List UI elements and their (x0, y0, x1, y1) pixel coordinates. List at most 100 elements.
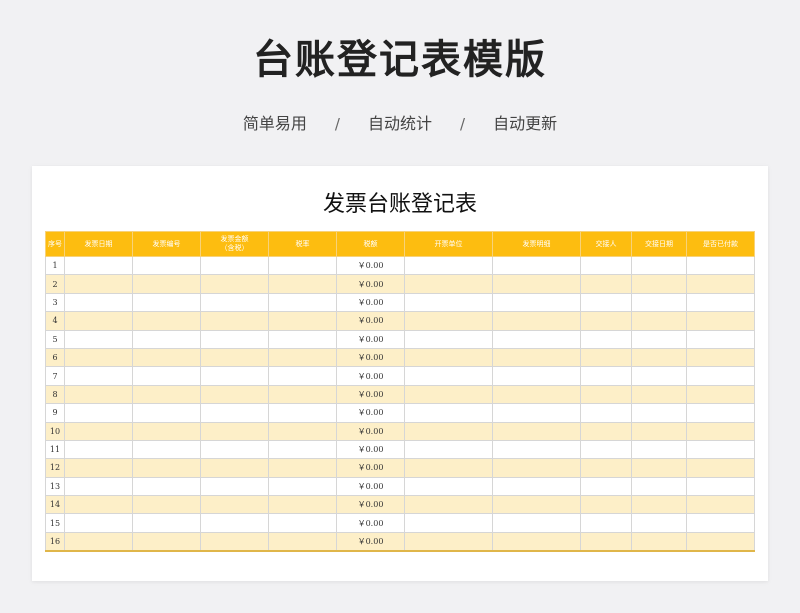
table-cell[interactable] (404, 274, 493, 294)
table-cell[interactable] (492, 366, 581, 386)
table-cell[interactable] (268, 458, 337, 478)
table-cell[interactable] (200, 384, 269, 405)
table-cell[interactable] (686, 329, 755, 349)
table-cell[interactable] (268, 439, 337, 460)
table-cell[interactable] (631, 403, 687, 423)
table-cell[interactable] (200, 421, 269, 441)
table-cell[interactable] (580, 292, 632, 313)
tax-amount-cell[interactable]: ￥0.00 (336, 495, 405, 515)
table-cell[interactable] (492, 476, 581, 497)
table-cell[interactable] (580, 531, 632, 552)
table-cell[interactable] (200, 531, 269, 552)
table-cell[interactable] (492, 403, 581, 423)
table-cell[interactable] (404, 403, 493, 423)
tax-amount-cell[interactable]: ￥0.00 (336, 255, 405, 276)
table-cell[interactable] (631, 384, 687, 405)
tax-amount-cell[interactable]: ￥0.00 (336, 292, 405, 313)
table-cell[interactable] (492, 458, 581, 478)
table-cell[interactable] (404, 495, 493, 515)
table-cell[interactable] (268, 329, 337, 349)
table-cell[interactable] (686, 495, 755, 515)
table-cell[interactable] (580, 366, 632, 386)
table-cell[interactable] (200, 329, 269, 349)
table-cell[interactable] (200, 403, 269, 423)
table-cell[interactable] (492, 292, 581, 313)
table-cell[interactable] (64, 255, 133, 276)
table-cell[interactable] (404, 476, 493, 497)
table-cell[interactable] (404, 347, 493, 368)
tax-amount-cell[interactable]: ￥0.00 (336, 366, 405, 386)
table-cell[interactable] (64, 292, 133, 313)
table-cell[interactable] (200, 366, 269, 386)
table-cell[interactable] (200, 495, 269, 515)
table-cell[interactable] (268, 347, 337, 368)
table-cell[interactable] (631, 458, 687, 478)
table-cell[interactable] (64, 439, 133, 460)
tax-amount-cell[interactable]: ￥0.00 (336, 311, 405, 331)
table-cell[interactable] (132, 513, 201, 533)
table-cell[interactable] (580, 458, 632, 478)
table-cell[interactable] (580, 347, 632, 368)
table-cell[interactable] (631, 495, 687, 515)
table-cell[interactable] (132, 439, 201, 460)
table-cell[interactable] (580, 439, 632, 460)
table-cell[interactable] (200, 274, 269, 294)
table-cell[interactable] (686, 458, 755, 478)
tax-amount-cell[interactable]: ￥0.00 (336, 403, 405, 423)
table-cell[interactable] (132, 531, 201, 552)
table-cell[interactable] (132, 421, 201, 441)
table-cell[interactable] (686, 384, 755, 405)
table-cell[interactable] (492, 531, 581, 552)
table-cell[interactable] (64, 476, 133, 497)
table-cell[interactable] (686, 439, 755, 460)
table-cell[interactable] (64, 274, 133, 294)
table-cell[interactable] (580, 384, 632, 405)
table-cell[interactable] (64, 513, 133, 533)
table-cell[interactable] (404, 311, 493, 331)
table-cell[interactable] (631, 513, 687, 533)
table-cell[interactable] (686, 347, 755, 368)
table-cell[interactable] (686, 255, 755, 276)
table-cell[interactable] (686, 292, 755, 313)
table-cell[interactable] (631, 531, 687, 552)
table-cell[interactable] (686, 274, 755, 294)
table-cell[interactable] (580, 255, 632, 276)
table-cell[interactable] (200, 513, 269, 533)
table-cell[interactable] (200, 311, 269, 331)
table-cell[interactable] (132, 366, 201, 386)
table-cell[interactable] (268, 292, 337, 313)
table-cell[interactable] (492, 311, 581, 331)
table-cell[interactable] (132, 458, 201, 478)
table-cell[interactable] (132, 311, 201, 331)
tax-amount-cell[interactable]: ￥0.00 (336, 476, 405, 497)
table-cell[interactable] (268, 476, 337, 497)
table-cell[interactable] (268, 495, 337, 515)
table-cell[interactable] (268, 255, 337, 276)
table-cell[interactable] (492, 329, 581, 349)
table-cell[interactable] (631, 292, 687, 313)
tax-amount-cell[interactable]: ￥0.00 (336, 439, 405, 460)
tax-amount-cell[interactable]: ￥0.00 (336, 329, 405, 349)
table-cell[interactable] (686, 403, 755, 423)
table-cell[interactable] (200, 439, 269, 460)
table-cell[interactable] (631, 311, 687, 331)
table-cell[interactable] (132, 347, 201, 368)
table-cell[interactable] (492, 255, 581, 276)
table-cell[interactable] (580, 274, 632, 294)
table-cell[interactable] (64, 366, 133, 386)
table-cell[interactable] (64, 495, 133, 515)
table-cell[interactable] (132, 384, 201, 405)
tax-amount-cell[interactable]: ￥0.00 (336, 384, 405, 405)
table-cell[interactable] (64, 384, 133, 405)
table-cell[interactable] (631, 476, 687, 497)
table-cell[interactable] (200, 347, 269, 368)
table-cell[interactable] (404, 421, 493, 441)
table-cell[interactable] (268, 384, 337, 405)
table-cell[interactable] (404, 384, 493, 405)
table-cell[interactable] (132, 495, 201, 515)
table-cell[interactable] (631, 329, 687, 349)
table-cell[interactable] (580, 403, 632, 423)
table-cell[interactable] (404, 513, 493, 533)
table-cell[interactable] (686, 513, 755, 533)
tax-amount-cell[interactable]: ￥0.00 (336, 274, 405, 294)
